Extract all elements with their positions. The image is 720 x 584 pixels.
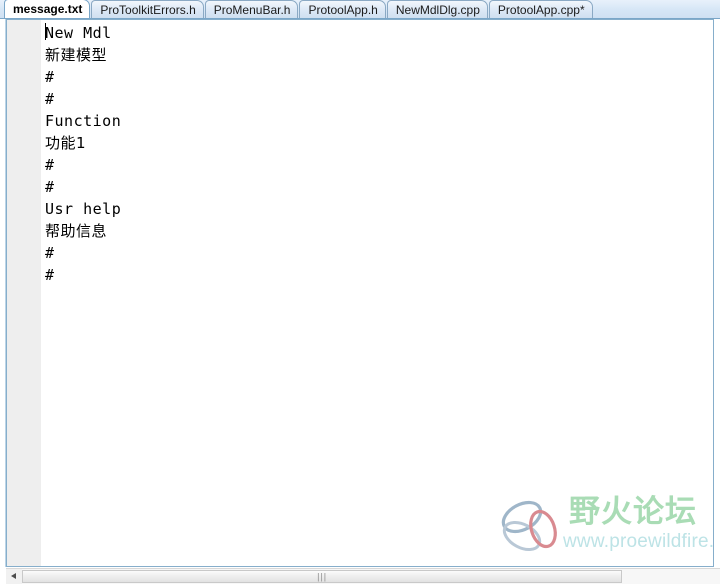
editor-tab-bar: message.txt ProToolkitErrors.h ProMenuBa…	[0, 0, 720, 19]
editor-line: #	[45, 244, 55, 262]
editor-line: 帮助信息	[45, 222, 108, 240]
editor-line: Function	[45, 112, 122, 130]
tab-message-txt[interactable]: message.txt	[4, 0, 91, 18]
text-editor-window: message.txt ProToolkitErrors.h ProMenuBa…	[0, 0, 720, 584]
tab-label: ProMenuBar.h	[213, 3, 291, 17]
tab-newmdldlg-cpp[interactable]: NewMdlDlg.cpp	[386, 0, 488, 18]
tab-label: ProToolkitErrors.h	[100, 3, 196, 17]
editor-line: #	[45, 68, 55, 86]
editor-line: #	[45, 266, 55, 284]
tab-label: message.txt	[13, 2, 83, 16]
scroll-thumb-grip-icon: |||	[317, 571, 328, 581]
horizontal-scroll-track[interactable]: |||	[22, 569, 720, 584]
tab-label: ProtoolApp.cpp*	[497, 3, 585, 17]
text-caret	[45, 23, 46, 40]
scroll-left-arrow-icon[interactable]	[6, 569, 22, 584]
editor-line: 功能1	[45, 134, 87, 152]
tab-protoolapp-cpp[interactable]: ProtoolApp.cpp*	[488, 0, 593, 18]
editor-gutter[interactable]	[7, 20, 41, 566]
editor-line: 新建模型	[45, 46, 108, 64]
editor-line: #	[45, 90, 55, 108]
editor-frame: New Mdl 新建模型 # # Function 功能1 # # Usr he…	[6, 19, 714, 567]
tab-label: ProtoolApp.h	[308, 3, 378, 17]
editor-inner: New Mdl 新建模型 # # Function 功能1 # # Usr he…	[7, 20, 713, 566]
editor-line: #	[45, 178, 55, 196]
editor-text-area[interactable]: New Mdl 新建模型 # # Function 功能1 # # Usr he…	[41, 20, 713, 566]
editor-line: Usr help	[45, 200, 122, 218]
tab-protoolkiterrors-h[interactable]: ProToolkitErrors.h	[91, 0, 204, 18]
tab-protoolapp-h[interactable]: ProtoolApp.h	[299, 0, 386, 18]
tab-promenubar-h[interactable]: ProMenuBar.h	[204, 0, 299, 18]
editor-line: #	[45, 156, 55, 174]
tab-label: NewMdlDlg.cpp	[395, 3, 480, 17]
horizontal-scroll-thumb[interactable]: |||	[22, 570, 623, 583]
editor-line: New Mdl	[45, 24, 112, 42]
horizontal-scrollbar[interactable]: |||	[6, 568, 720, 584]
